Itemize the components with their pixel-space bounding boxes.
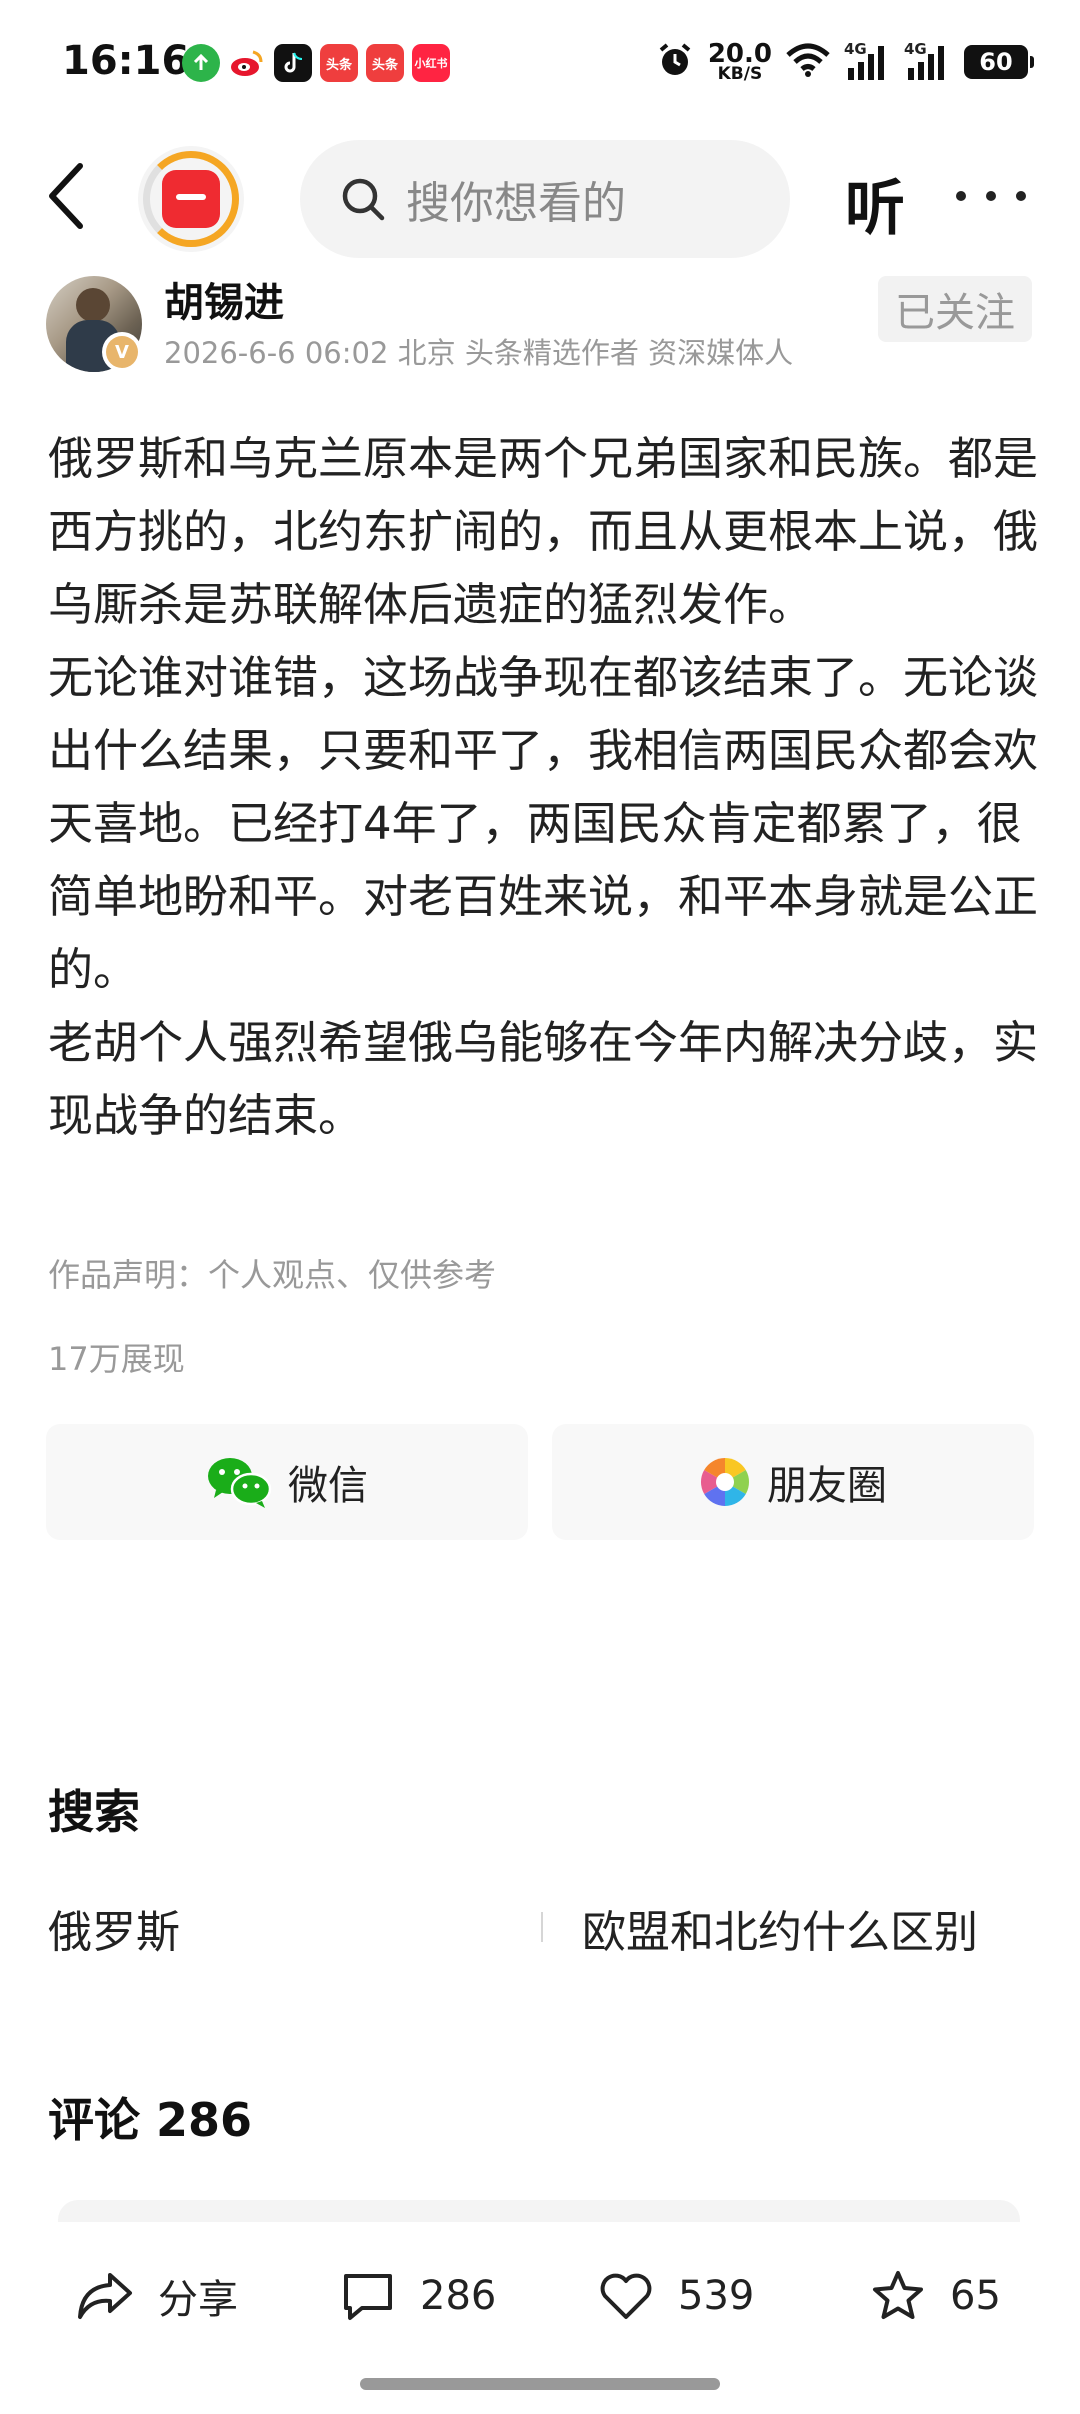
back-button[interactable] xyxy=(46,160,96,232)
battery-icon: 60 xyxy=(964,45,1034,79)
chevron-left-icon xyxy=(49,163,83,229)
favorite-button[interactable]: 65 xyxy=(870,2268,1001,2324)
follow-button[interactable]: 已关注 xyxy=(878,276,1032,342)
search-input[interactable]: 搜你想看的 xyxy=(300,140,790,258)
like-count: 539 xyxy=(678,2273,755,2319)
search-icon xyxy=(342,178,385,221)
share-icon xyxy=(78,2273,132,2319)
like-button[interactable]: 539 xyxy=(598,2268,754,2324)
wifi-icon xyxy=(786,43,830,81)
article-paragraph: 老胡个人强烈希望俄乌能够在今年内解决分歧，实现战争的结束。 xyxy=(48,1016,1039,1142)
bottom-action-bar: 分享 286 539 65 xyxy=(0,2222,1080,2414)
search-section-title: 搜索 xyxy=(48,1785,140,1839)
wechat-icon xyxy=(208,1458,272,1508)
share-moments-button[interactable]: 朋友圈 xyxy=(552,1424,1034,1540)
divider xyxy=(541,1912,543,1942)
more-button[interactable] xyxy=(956,186,1026,206)
comment-count: 286 xyxy=(420,2273,497,2319)
share-button[interactable]: 分享 xyxy=(76,2268,238,2324)
toutiao-logo-icon xyxy=(162,170,220,228)
related-search-item[interactable]: 俄罗斯 xyxy=(48,1896,180,1960)
related-search-item[interactable]: 欧盟和北约什么区别 xyxy=(582,1896,978,1960)
signal-icon-2: 4G xyxy=(904,40,950,82)
toutiao-lite-icon: 头条 xyxy=(366,44,404,82)
comment-icon xyxy=(344,2274,392,2320)
weibo-icon xyxy=(228,44,266,82)
comment-button[interactable]: 286 xyxy=(340,2268,496,2324)
author-meta: 2026-6-6 06:02 北京 头条精选作者 资深媒体人 xyxy=(164,336,794,370)
comments-title: 评论 286 xyxy=(48,2093,253,2147)
work-declaration: 作品声明：个人观点、仅供参考 xyxy=(48,1256,497,1294)
share-wechat-button[interactable]: 微信 xyxy=(46,1424,528,1540)
more-icon xyxy=(956,191,966,201)
net-speed: 20.0 KB/S xyxy=(707,38,772,84)
alarm-icon xyxy=(656,41,694,83)
article-paragraph: 无论谁对谁错，这场战争现在都该结束了。无论谈出什么结果，只要和平了，我相信两国民… xyxy=(48,651,1039,996)
star-icon xyxy=(873,2271,923,2319)
heart-icon xyxy=(600,2273,652,2319)
tiktok-icon xyxy=(274,44,312,82)
verified-badge-icon: V xyxy=(102,332,142,372)
share-wechat-label: 微信 xyxy=(288,1463,368,1509)
search-placeholder: 搜你想看的 xyxy=(406,178,626,229)
view-count: 17万展现 xyxy=(48,1340,185,1378)
share-label: 分享 xyxy=(158,2277,238,2323)
moments-icon xyxy=(700,1458,750,1506)
status-indicators: 20.0 KB/S 4G 4G 60 xyxy=(656,38,1034,84)
home-indicator[interactable] xyxy=(360,2378,720,2390)
signal-icon: 4G xyxy=(844,40,890,82)
toutiao-icon: 头条 xyxy=(320,44,358,82)
article-paragraph: 俄罗斯和乌克兰原本是两个兄弟国家和民族。都是西方挑的，北约东扩闹的，而且从更根本… xyxy=(48,432,1039,631)
toutiao-logo[interactable] xyxy=(138,146,244,252)
status-time: 16:16 xyxy=(62,38,190,84)
article-body: 俄罗斯和乌克兰原本是两个兄弟国家和民族。都是西方挑的，北约东扩闹的，而且从更根本… xyxy=(48,422,1038,1152)
listen-button[interactable]: 听 xyxy=(845,160,905,247)
author-name[interactable]: 胡锡进 xyxy=(164,270,284,328)
status-bar: 16:16 头条 头条 小红书 20.0 KB/S 4G 4G 60 xyxy=(0,0,1080,125)
xiaohongshu-icon: 小红书 xyxy=(412,44,450,82)
favorite-count: 65 xyxy=(950,2273,1001,2319)
app-store-icon xyxy=(182,44,220,82)
share-moments-label: 朋友圈 xyxy=(767,1463,887,1509)
